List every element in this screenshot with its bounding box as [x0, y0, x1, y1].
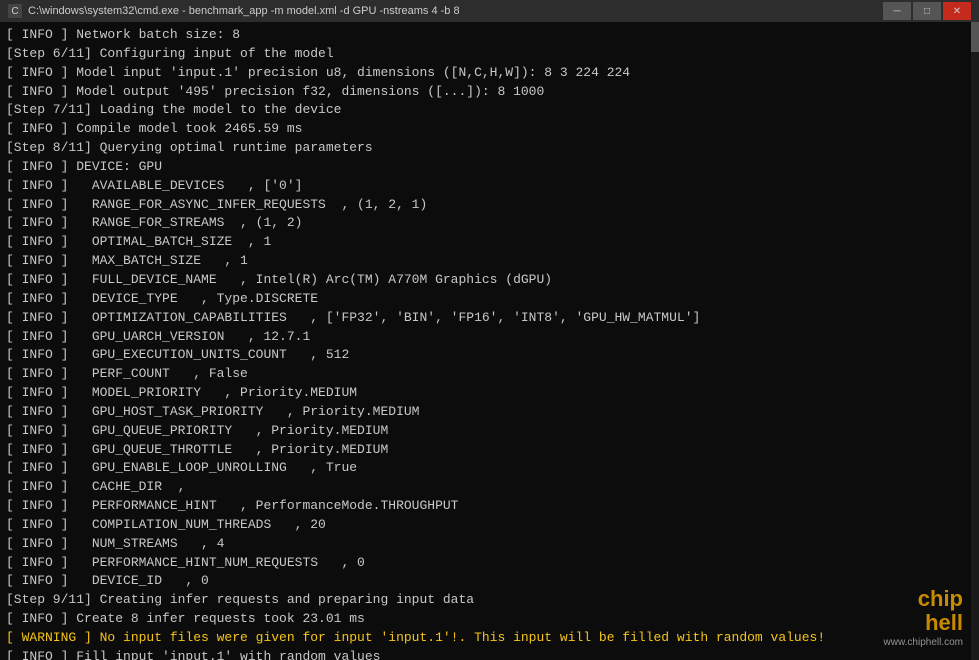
terminal-line: [ INFO ] AVAILABLE_DEVICES , ['0']	[6, 177, 973, 196]
terminal-line: [ INFO ] RANGE_FOR_STREAMS , (1, 2)	[6, 214, 973, 233]
terminal-line: [ INFO ] GPU_UARCH_VERSION , 12.7.1	[6, 328, 973, 347]
terminal-line: [ INFO ] Model input 'input.1' precision…	[6, 64, 973, 83]
terminal-line: [ INFO ] GPU_HOST_TASK_PRIORITY , Priori…	[6, 403, 973, 422]
terminal-line: [Step 8/11] Querying optimal runtime par…	[6, 139, 973, 158]
terminal-line: [ INFO ] Model output '495' precision f3…	[6, 83, 973, 102]
terminal-line: [ INFO ] DEVICE_ID , 0	[6, 572, 973, 591]
terminal-line: [ INFO ] GPU_EXECUTION_UNITS_COUNT , 512	[6, 346, 973, 365]
terminal-line: [ INFO ] COMPILATION_NUM_THREADS , 20	[6, 516, 973, 535]
maximize-button[interactable]: □	[913, 2, 941, 20]
cmd-icon: C	[8, 4, 22, 18]
terminal-line: [ INFO ] Network batch size: 8	[6, 26, 973, 45]
window: C C:\windows\system32\cmd.exe - benchmar…	[0, 0, 979, 660]
terminal-line: [ INFO ] PERFORMANCE_HINT , PerformanceM…	[6, 497, 973, 516]
terminal-line: [ INFO ] OPTIMIZATION_CAPABILITIES , ['F…	[6, 309, 973, 328]
terminal-line: [ INFO ] Fill input 'input.1' with rando…	[6, 648, 973, 660]
terminal-line: [Step 9/11] Creating infer requests and …	[6, 591, 973, 610]
terminal-line: [ INFO ] DEVICE: GPU	[6, 158, 973, 177]
terminal-line: [ INFO ] GPU_QUEUE_THROTTLE , Priority.M…	[6, 441, 973, 460]
window-controls: ─ □ ✕	[883, 2, 971, 20]
terminal-line: [ INFO ] Compile model took 2465.59 ms	[6, 120, 973, 139]
terminal-line: [ INFO ] FULL_DEVICE_NAME , Intel(R) Arc…	[6, 271, 973, 290]
terminal-line: [ INFO ] DEVICE_TYPE , Type.DISCRETE	[6, 290, 973, 309]
terminal-line: [ INFO ] RANGE_FOR_ASYNC_INFER_REQUESTS …	[6, 196, 973, 215]
scrollbar-thumb[interactable]	[971, 22, 979, 52]
terminal-line: [ INFO ] GPU_ENABLE_LOOP_UNROLLING , Tru…	[6, 459, 973, 478]
title-bar-left: C C:\windows\system32\cmd.exe - benchmar…	[8, 4, 460, 18]
window-title: C:\windows\system32\cmd.exe - benchmark_…	[28, 5, 460, 17]
terminal-line: [ INFO ] MODEL_PRIORITY , Priority.MEDIU…	[6, 384, 973, 403]
watermark-url: www.chiphell.com	[884, 636, 963, 651]
close-button[interactable]: ✕	[943, 2, 971, 20]
terminal-line: [ INFO ] NUM_STREAMS , 4	[6, 535, 973, 554]
terminal-line: [ INFO ] Create 8 infer requests took 23…	[6, 610, 973, 629]
scrollbar[interactable]	[971, 22, 979, 660]
terminal-line: [ INFO ] MAX_BATCH_SIZE , 1	[6, 252, 973, 271]
terminal-line: [Step 6/11] Configuring input of the mod…	[6, 45, 973, 64]
terminal-line: [ WARNING ] No input files were given fo…	[6, 629, 973, 648]
terminal-line: [ INFO ] CACHE_DIR ,	[6, 478, 973, 497]
watermark-brand: chiphell	[884, 587, 963, 635]
watermark: chiphell www.chiphell.com	[884, 587, 963, 650]
terminal-line: [Step 7/11] Loading the model to the dev…	[6, 101, 973, 120]
terminal-line: [ INFO ] PERFORMANCE_HINT_NUM_REQUESTS ,…	[6, 554, 973, 573]
terminal-output: [ INFO ] Network batch size: 8[Step 6/11…	[0, 22, 979, 660]
minimize-button[interactable]: ─	[883, 2, 911, 20]
terminal-line: [ INFO ] OPTIMAL_BATCH_SIZE , 1	[6, 233, 973, 252]
terminal-line: [ INFO ] GPU_QUEUE_PRIORITY , Priority.M…	[6, 422, 973, 441]
title-bar: C C:\windows\system32\cmd.exe - benchmar…	[0, 0, 979, 22]
terminal-line: [ INFO ] PERF_COUNT , False	[6, 365, 973, 384]
